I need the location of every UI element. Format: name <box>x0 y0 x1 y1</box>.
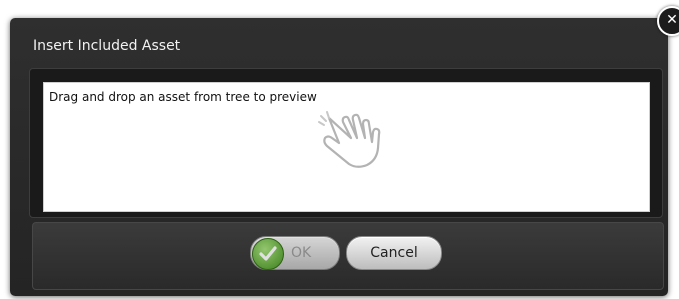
preview-instruction-text: Drag and drop an asset from tree to prev… <box>49 90 317 104</box>
close-button[interactable]: ✕ <box>657 6 679 36</box>
asset-preview-drop-zone[interactable]: Drag and drop an asset from tree to prev… <box>43 82 650 212</box>
close-icon: ✕ <box>666 12 678 28</box>
dialog-title: Insert Included Asset <box>33 38 181 54</box>
ok-button-label: OK <box>291 245 312 261</box>
cancel-button[interactable]: Cancel <box>346 236 442 270</box>
drag-hand-icon <box>318 111 381 168</box>
ok-button[interactable]: OK <box>250 236 340 270</box>
checkmark-icon <box>252 238 284 270</box>
cancel-button-label: Cancel <box>370 245 418 261</box>
